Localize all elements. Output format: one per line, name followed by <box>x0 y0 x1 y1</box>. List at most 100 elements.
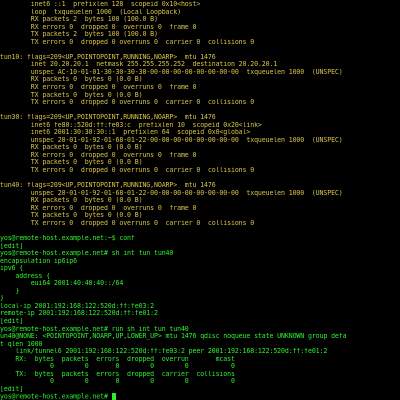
terminal-line: inet 20.20.20.1 netmask 255.255.255.252 … <box>0 61 400 69</box>
terminal-line: TX errors 0 dropped 0 overruns 0 carrier… <box>0 39 400 47</box>
terminal-line: inet6 fe80::520d:ff:fe03:c prefixlen 10 … <box>0 122 400 130</box>
terminal-line-text: yos@remote-host.example.net# <box>0 393 112 400</box>
terminal-line: t qlen 1000 <box>0 341 400 349</box>
terminal-line-text: RX packets 0 bytes 0 (0.0 B) <box>0 197 143 205</box>
terminal-line-text: [edit] <box>0 385 24 393</box>
terminal-line: link/tunnel6 2001:192:168:122:520d:ff:fe… <box>0 348 400 356</box>
terminal-cursor <box>111 393 116 400</box>
terminal-line-text: encapsulation ip6ip6 <box>0 257 77 265</box>
terminal-line-text: RX errors 0 dropped 0 overruns 0 frame 0 <box>0 151 197 159</box>
terminal-line-text: un40@NONE: <POINTOPOINT,NOARP,UP,LOWER_U… <box>0 333 347 341</box>
terminal-line-text: local-ip 2001:192:168:122:520d:ff:fe03:2 <box>0 302 154 310</box>
terminal-line: [edit] <box>0 386 400 394</box>
terminal-line-text: } <box>0 287 20 295</box>
terminal-line-text: yos@remote-host.example.net# sh int tun … <box>0 250 174 258</box>
terminal-line-text: RX packets 0 bytes 0 (0.0 B) <box>0 76 143 84</box>
terminal-line: RX errors 0 dropped 0 overruns 0 frame 0 <box>0 205 400 213</box>
terminal-line: tun10: flags=209<UP,POINTOPOINT,RUNNING,… <box>0 54 400 62</box>
terminal-line-text: RX errors 0 dropped 0 overruns 0 frame 0 <box>0 204 197 212</box>
terminal-line-text: inet6 fe80::520d:ff:fe03:c prefixlen 10 … <box>0 121 262 129</box>
terminal-line: [edit] <box>0 243 400 251</box>
terminal-line: RX packets 0 bytes 0 (0.0 B) <box>0 197 400 205</box>
terminal-line: 0 0 0 0 0 0 <box>0 363 400 371</box>
terminal-line-text: TX packets 0 bytes 0 (0.0 B) <box>0 159 143 167</box>
terminal-line-text: 0 0 0 0 0 0 <box>0 363 235 371</box>
terminal-line: unspec AC-10-01-01-30-30-30-30-00-00-00-… <box>0 69 400 77</box>
terminal-line: address { <box>0 273 400 281</box>
terminal-line-text: RX errors 0 dropped 0 overruns 0 frame 0 <box>0 84 197 92</box>
terminal-line: TX errors 0 dropped 0 overruns 0 carrier… <box>0 99 400 107</box>
terminal-line-text: yos@remote-host.example.net:~$ conf <box>0 234 135 242</box>
terminal-line-text: unspec AC-10-01-01-30-30-30-30-00-00-00-… <box>0 68 343 76</box>
terminal-line-text: inet6 ::1 prefixlen 128 scopeid 0x10<hos… <box>0 1 201 8</box>
terminal-line-text: inet6 2001:30:30:30::1 prefixlen 64 scop… <box>0 129 251 137</box>
terminal-line: RX: bytes packets errors dropped overrun… <box>0 356 400 364</box>
terminal-line: RX packets 0 bytes 0 (0.0 B) <box>0 144 400 152</box>
terminal-line: inet6 ::1 prefixlen 128 scopeid 0x10<hos… <box>0 1 400 9</box>
terminal-line-text: TX errors 0 dropped 0 overruns 0 carrier… <box>0 167 255 175</box>
terminal-line-text: TX packets 2 bytes 100 (100.0 B) <box>0 31 158 39</box>
terminal-line: tun30: flags=209<UP,POINTOPOINT,RUNNING,… <box>0 114 400 122</box>
terminal-line-text: TX errors 0 dropped 0 overruns 0 carrier… <box>0 219 255 227</box>
terminal-line: TX packets 0 bytes 0 (0.0 B) <box>0 159 400 167</box>
terminal-line: yos@remote-host.example.net# run sh int … <box>0 326 400 334</box>
terminal-line-text: inet 20.20.20.1 netmask 255.255.255.252 … <box>0 61 278 69</box>
terminal-line: unspec 20-01-01-92-01-68-01-22-00-00-00-… <box>0 190 400 198</box>
terminal-line: encapsulation ip6ip6 <box>0 258 400 266</box>
terminal-window[interactable]: inet6 ::1 prefixlen 128 scopeid 0x10<hos… <box>0 0 400 400</box>
terminal-line-text: tun10: flags=209<UP,POINTOPOINT,RUNNING,… <box>0 53 216 61</box>
terminal-line-text: [edit] <box>0 242 24 250</box>
terminal-line-text: RX packets 2 bytes 100 (100.0 B) <box>0 16 158 24</box>
terminal-line-text: tun40: flags=209<UP,POINTOPOINT,RUNNING,… <box>0 182 216 190</box>
terminal-line-text: yos@remote-host.example.net# run sh int … <box>0 325 189 333</box>
terminal-line-text: TX packets 0 bytes 0 (0.0 B) <box>0 91 143 99</box>
terminal-line-text: tun30: flags=209<UP,POINTOPOINT,RUNNING,… <box>0 114 216 122</box>
terminal-line-text: TX: bytes packets errors dropped carrier… <box>0 370 235 378</box>
terminal-line-text: link/tunnel6 2001:192:168:122:520d:ff:fe… <box>0 348 328 356</box>
terminal-line: eui64 2001:40:40:40::/64 <box>0 280 400 288</box>
terminal-line-text: RX: bytes packets errors dropped overrun… <box>0 355 235 363</box>
terminal-line-text: t qlen 1000 <box>0 340 43 348</box>
terminal-line: RX packets 2 bytes 100 (100.0 B) <box>0 16 400 24</box>
terminal-line-text: loop txqueuelen 1000 (Local Loopback) <box>0 8 181 16</box>
terminal-line-text: ipv6 { <box>0 265 24 273</box>
terminal-line: TX packets 2 bytes 100 (100.0 B) <box>0 31 400 39</box>
terminal-line: RX errors 0 dropped 0 overruns 0 frame 0 <box>0 84 400 92</box>
terminal-line: yos@remote-host.example.net:~$ conf <box>0 235 400 243</box>
terminal-line-text: unspec 20-01-01-92-01-68-01-22-00-00-00-… <box>0 136 343 144</box>
terminal-line: un40@NONE: <POINTOPOINT,NOARP,UP,LOWER_U… <box>0 333 400 341</box>
terminal-line: RX packets 0 bytes 0 (0.0 B) <box>0 76 400 84</box>
terminal-line-text: TX errors 0 dropped 0 overruns 0 carrier… <box>0 38 255 46</box>
terminal-line-text: address { <box>0 272 51 280</box>
terminal-line-text: eui64 2001:40:40:40::/64 <box>0 280 124 288</box>
terminal-line-text: RX packets 0 bytes 0 (0.0 B) <box>0 144 143 152</box>
terminal-line: TX errors 0 dropped 0 overruns 0 carrier… <box>0 167 400 175</box>
terminal-line: unspec 20-01-01-92-01-68-01-22-00-00-00-… <box>0 137 400 145</box>
terminal-line: local-ip 2001:192:168:122:520d:ff:fe03:2 <box>0 303 400 311</box>
terminal-line: TX errors 0 dropped 0 overruns 0 carrier… <box>0 220 400 228</box>
terminal-line: 0 0 0 0 0 0 <box>0 378 400 386</box>
terminal-line: TX packets 0 bytes 0 (0.0 B) <box>0 92 400 100</box>
terminal-line: TX: bytes packets errors dropped carrier… <box>0 371 400 379</box>
terminal-line: yos@remote-host.example.net# sh int tun … <box>0 250 400 258</box>
terminal-line: RX errors 0 dropped 0 overruns 0 frame 0 <box>0 24 400 32</box>
terminal-line: tun40: flags=209<UP,POINTOPOINT,RUNNING,… <box>0 182 400 190</box>
terminal-line-text: remote-ip 2001:192:168:122:520d:ff:fe01:… <box>0 310 158 318</box>
terminal-line-text: TX errors 0 dropped 0 overruns 0 carrier… <box>0 99 255 107</box>
terminal-line: inet6 2001:30:30:30::1 prefixlen 64 scop… <box>0 129 400 137</box>
terminal-line: ipv6 { <box>0 265 400 273</box>
terminal-line: RX errors 0 dropped 0 overruns 0 frame 0 <box>0 152 400 160</box>
terminal-line-text: TX packets 0 bytes 0 (0.0 B) <box>0 212 143 220</box>
terminal-prompt-line[interactable]: yos@remote-host.example.net# <box>0 393 400 400</box>
terminal-line-text: } <box>0 295 4 303</box>
terminal-line: } <box>0 288 400 296</box>
terminal-line: loop txqueuelen 1000 (Local Loopback) <box>0 9 400 17</box>
terminal-line-text: RX errors 0 dropped 0 overruns 0 frame 0 <box>0 23 197 31</box>
terminal-line-text: 0 0 0 0 0 0 <box>0 378 235 386</box>
terminal-line: TX packets 0 bytes 0 (0.0 B) <box>0 212 400 220</box>
terminal-line: remote-ip 2001:192:168:122:520d:ff:fe01:… <box>0 310 400 318</box>
